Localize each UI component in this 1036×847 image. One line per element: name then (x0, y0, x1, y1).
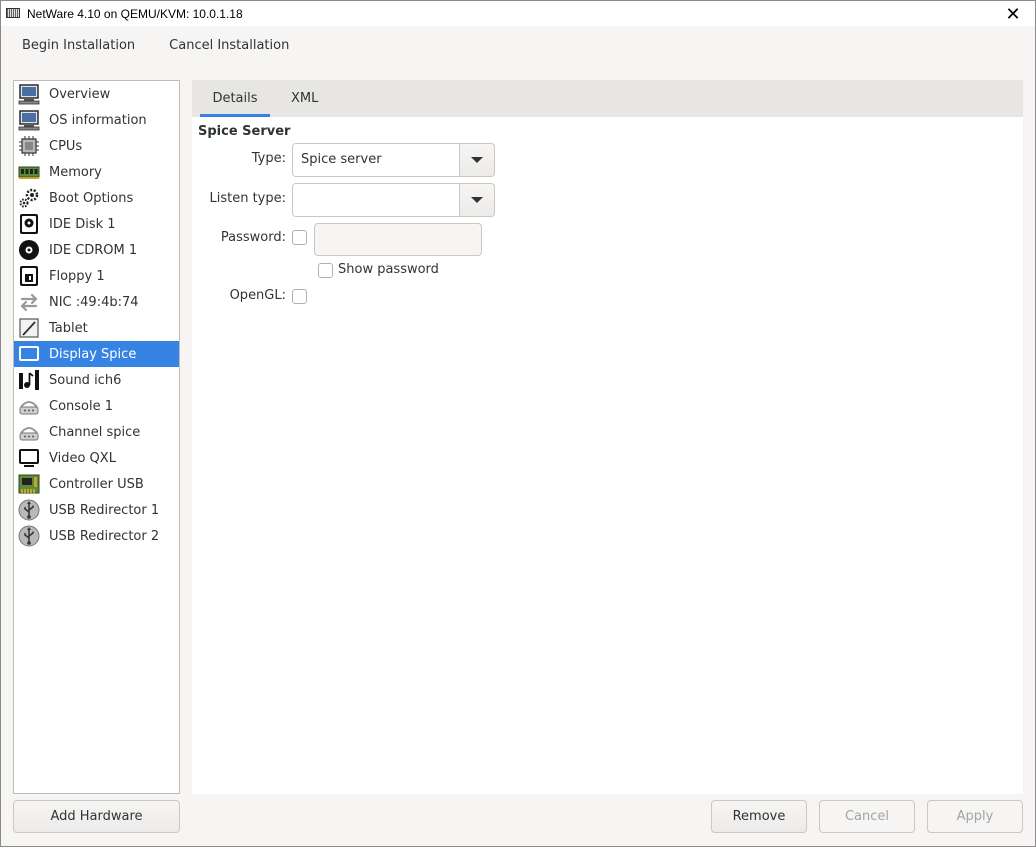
details-panel: Details XML Spice Server Type: Spice ser… (192, 80, 1023, 794)
sidebar-item-memory[interactable]: Memory (14, 159, 179, 185)
sidebar-item-label: Boot Options (49, 190, 134, 206)
serial-icon (17, 394, 41, 418)
sidebar-item-label: Video QXL (49, 450, 116, 466)
chevron-down-icon (459, 144, 494, 176)
section-title: Spice Server (198, 124, 291, 139)
sidebar-item-label: USB Redirector 1 (49, 502, 160, 518)
sidebar-item-nic[interactable]: NIC :49:4b:74 (14, 289, 179, 315)
close-icon: ✕ (1005, 3, 1021, 25)
window-title: NetWare 4.10 on QEMU/KVM: 10.0.1.18 (27, 6, 243, 21)
listen-type-dropdown[interactable] (292, 183, 495, 217)
video-icon (17, 446, 41, 470)
remove-button[interactable]: Remove (711, 800, 807, 833)
sidebar-item-label: Floppy 1 (49, 268, 105, 284)
usb-icon (17, 524, 41, 548)
memory-icon (17, 160, 41, 184)
sidebar-item-video-qxl[interactable]: Video QXL (14, 445, 179, 471)
monitor-icon (17, 108, 41, 132)
gears-icon (17, 186, 41, 210)
add-hardware-button[interactable]: Add Hardware (13, 800, 180, 833)
sidebar-item-overview[interactable]: Overview (14, 81, 179, 107)
tablet-icon (17, 316, 41, 340)
controller-icon (17, 472, 41, 496)
sidebar-item-label: Overview (49, 86, 111, 102)
close-window-button[interactable]: ✕ (991, 1, 1035, 27)
listen-type-value (293, 184, 459, 216)
display-icon (17, 342, 41, 366)
tab-details[interactable]: Details (200, 80, 270, 117)
type-dropdown[interactable]: Spice server (292, 143, 495, 177)
show-password-checkbox[interactable] (318, 263, 333, 278)
sidebar-item-label: IDE CDROM 1 (49, 242, 138, 258)
password-checkbox[interactable] (292, 230, 307, 245)
cdrom-icon (17, 238, 41, 262)
sidebar-item-os-information[interactable]: OS information (14, 107, 179, 133)
monitor-icon (17, 82, 41, 106)
sidebar-item-ide-disk-1[interactable]: IDE Disk 1 (14, 211, 179, 237)
sidebar-item-label: OS information (49, 112, 147, 128)
app-monitor-icon (6, 7, 22, 20)
sidebar-item-tablet[interactable]: Tablet (14, 315, 179, 341)
window-titlebar: NetWare 4.10 on QEMU/KVM: 10.0.1.18 ✕ (0, 0, 1036, 26)
sidebar-item-console-1[interactable]: Console 1 (14, 393, 179, 419)
sidebar-item-label: Display Spice (49, 346, 137, 362)
cancel-installation-button[interactable]: Cancel Installation (152, 26, 306, 66)
sidebar-item-label: IDE Disk 1 (49, 216, 116, 232)
hardware-list: Overview OS information CPUs Memory Boot… (13, 80, 180, 794)
sound-icon (17, 368, 41, 392)
type-label: Type: (251, 151, 286, 166)
serial-icon (17, 420, 41, 444)
usb-icon (17, 498, 41, 522)
sidebar-item-label: Console 1 (49, 398, 114, 414)
sidebar-item-boot-options[interactable]: Boot Options (14, 185, 179, 211)
sidebar-item-label: Channel spice (49, 424, 141, 440)
sidebar-item-label: Tablet (49, 320, 88, 336)
opengl-checkbox[interactable] (292, 289, 307, 304)
password-label: Password: (220, 230, 286, 245)
floppy-icon (17, 264, 41, 288)
type-value: Spice server (293, 144, 459, 176)
cancel-button[interactable]: Cancel (819, 800, 915, 833)
sidebar-item-usb-redirector-2[interactable]: USB Redirector 2 (14, 523, 179, 549)
sidebar-item-label: CPUs (49, 138, 83, 154)
sidebar-item-controller-usb[interactable]: Controller USB (14, 471, 179, 497)
password-input[interactable] (314, 223, 482, 256)
opengl-label: OpenGL: (229, 288, 286, 303)
chevron-down-icon (459, 184, 494, 216)
listen-type-label: Listen type: (209, 191, 286, 206)
menubar: Begin Installation Cancel Installation (0, 26, 306, 66)
sidebar-item-usb-redirector-1[interactable]: USB Redirector 1 (14, 497, 179, 523)
sidebar-item-label: Sound ich6 (49, 372, 122, 388)
sidebar-item-floppy-1[interactable]: Floppy 1 (14, 263, 179, 289)
tab-bar: Details XML (192, 80, 1023, 117)
sidebar-item-label: Controller USB (49, 476, 144, 492)
tab-xml[interactable]: XML (279, 80, 330, 117)
disk-icon (17, 212, 41, 236)
sidebar-item-sound-ich6[interactable]: Sound ich6 (14, 367, 179, 393)
sidebar-item-label: Memory (49, 164, 102, 180)
show-password-label[interactable]: Show password (338, 262, 439, 277)
sidebar-item-label: NIC :49:4b:74 (49, 294, 139, 310)
sidebar-item-channel-spice[interactable]: Channel spice (14, 419, 179, 445)
sidebar-item-cpus[interactable]: CPUs (14, 133, 179, 159)
begin-installation-button[interactable]: Begin Installation (0, 26, 152, 66)
cpu-icon (17, 134, 41, 158)
sidebar-item-label: USB Redirector 2 (49, 528, 160, 544)
sidebar-item-display-spice[interactable]: Display Spice (14, 341, 179, 367)
apply-button[interactable]: Apply (927, 800, 1023, 833)
network-icon (17, 290, 41, 314)
sidebar-item-ide-cdrom-1[interactable]: IDE CDROM 1 (14, 237, 179, 263)
